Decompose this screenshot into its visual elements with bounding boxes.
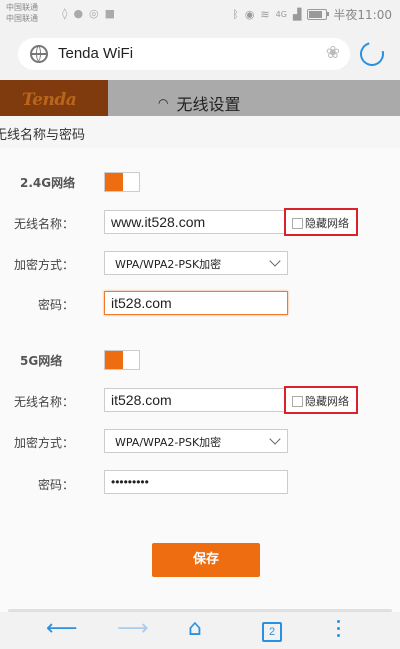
bluetooth-icon: ᛒ (232, 8, 239, 21)
hide-network-24g-checkbox[interactable] (292, 218, 303, 229)
password-5g-label: 密码： (37, 478, 74, 492)
more-vertical-icon[interactable] (337, 620, 341, 641)
eye-icon: ◉ (244, 8, 255, 21)
wifi-icon: ◠ (158, 96, 169, 110)
wifi-status-icon: ≋ (260, 8, 270, 21)
page-header: Tenda ◠ 无线设置 (0, 80, 400, 116)
band-24g-label: 2.4G网络 (20, 176, 76, 190)
dialog-body: 2.4G网络 无线名称： www.it528.com 隐藏网络 加密方式： WP… (0, 148, 400, 626)
tabs-icon[interactable]: 2 (262, 622, 282, 642)
globe-icon (30, 45, 48, 63)
hide-network-5g[interactable]: 隐藏网络 (284, 386, 358, 414)
hide-network-5g-checkbox[interactable] (292, 396, 303, 407)
security-5g-value: WPA/WPA2-PSK加密 (115, 436, 222, 449)
chat-icon: ● (73, 7, 84, 20)
address-text: Tenda WiFi (58, 45, 134, 62)
address-bar[interactable]: Tenda WiFi ❀ (18, 38, 350, 70)
ssid-5g-label: 无线名称： (13, 395, 74, 409)
page-title-text: 无线设置 (176, 95, 241, 114)
ssid-24g-label: 无线名称： (13, 217, 74, 231)
security-24g-select[interactable]: WPA/WPA2-PSK加密 (104, 251, 288, 275)
app-icon: ■ (104, 7, 116, 20)
password-5g-input[interactable]: ••••••••• (104, 470, 288, 494)
password-24g-label: 密码： (37, 298, 74, 312)
carrier-2: 中国联通 (6, 14, 38, 23)
signal-icon: ▟ (292, 8, 302, 21)
carrier-1: 中国联通 (6, 3, 38, 12)
security-5g-select[interactable]: WPA/WPA2-PSK加密 (104, 429, 288, 453)
hide-network-24g-label: 隐藏网络 (305, 217, 349, 230)
save-button[interactable]: 保存 (152, 543, 260, 577)
shield-icon: ◊ (62, 7, 68, 20)
security-5g-label: 加密方式： (13, 436, 74, 450)
refresh-icon[interactable] (355, 37, 389, 71)
tenda-logo: Tenda (22, 90, 77, 110)
arrow-left-icon[interactable]: ⟵ (46, 616, 78, 642)
ssid-24g-input[interactable]: www.it528.com (104, 210, 288, 234)
chevron-down-icon (269, 255, 281, 267)
page-title: ◠ 无线设置 (158, 91, 241, 115)
browser-toolbar: Tenda WiFi ❀ (0, 30, 400, 80)
band-24g-toggle[interactable] (104, 172, 140, 192)
clock: 半夜11:00 (333, 8, 392, 22)
dialog-title: 无线名称与密码 (0, 128, 86, 143)
hide-network-24g[interactable]: 隐藏网络 (284, 208, 358, 236)
status-bar: 中国联通 中国联通 ◊ ● ◎ ■ ᛒ ◉ ≋ 4G ▟ 半夜11:00 (0, 0, 400, 30)
logo-area: Tenda (0, 80, 108, 116)
notification-icons: ◊ ● ◎ ■ (62, 7, 115, 20)
security-24g-value: WPA/WPA2-PSK加密 (115, 258, 222, 271)
wireless-settings-dialog: 无线名称与密码 2.4G网络 无线名称： www.it528.com 隐藏网络 … (0, 116, 400, 626)
network-label: 4G (275, 10, 287, 19)
ssid-5g-input[interactable]: it528.com (104, 388, 288, 412)
dialog-header: 无线名称与密码 (0, 116, 400, 149)
password-24g-input[interactable]: it528.com (104, 291, 288, 315)
browser-bottom-nav: ⟵ ⟶ ⌂ 2 (0, 612, 400, 649)
arrow-right-icon[interactable]: ⟶ (117, 616, 149, 642)
hide-network-5g-label: 隐藏网络 (305, 395, 349, 408)
system-icons: ᛒ ◉ ≋ 4G ▟ 半夜11:00 (232, 6, 392, 23)
chevron-down-icon (269, 433, 281, 445)
battery-icon (307, 9, 330, 20)
home-icon[interactable]: ⌂ (188, 616, 202, 642)
security-24g-label: 加密方式： (13, 258, 74, 272)
wechat-icon: ◎ (89, 7, 99, 20)
band-5g-toggle[interactable] (104, 350, 140, 370)
paw-icon[interactable]: ❀ (326, 43, 340, 63)
band-5g-label: 5G网络 (20, 354, 63, 368)
